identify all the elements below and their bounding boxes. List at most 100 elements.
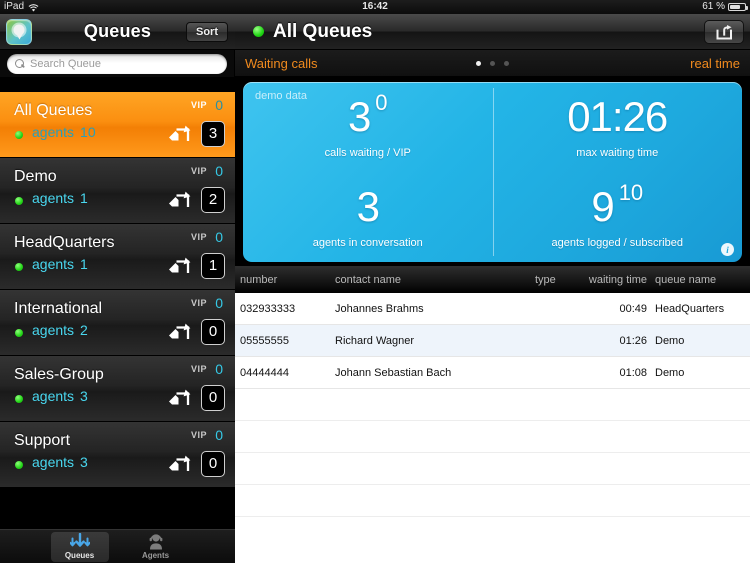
queue-online-dot-icon [15,197,23,205]
tab-queues[interactable]: Queues [50,531,109,562]
share-button[interactable] [704,20,744,44]
page-dots-indicator[interactable] [235,60,750,66]
agents-label: agents [32,454,75,470]
queue-name: Sales-Group [14,366,104,383]
vip-count: 0 [215,427,223,443]
transfer-arrow-icon[interactable] [167,386,191,410]
subbar-right-label[interactable]: real time [690,56,740,71]
queue-agents: agents 3 [32,388,88,404]
stat-value-row: 9 10 [591,181,643,230]
vip-count: 0 [215,97,223,113]
ios-status-bar: iPad 16:42 61 % [0,0,750,14]
queue-online-dot-icon [15,329,23,337]
vip-label: VIP [190,166,207,176]
queue-name: International [14,300,103,317]
stat-cell[interactable]: 3 agents in conversation [243,172,493,262]
cell-wait: 00:49 [619,302,647,315]
queue-agents: agents 10 [32,124,96,140]
transfer-arrow-icon[interactable] [167,452,191,476]
page-title: All Queues [273,20,373,42]
column-header-number: number [240,273,278,286]
demo-data-tag: demo data [255,90,307,102]
cell-contact: Johann Sebastian Bach [335,366,452,379]
queue-list-item[interactable]: Sales-Group agents 3 VIP 0 0 [0,356,235,422]
stat-cell[interactable]: i 9 10 agents logged / subscribed [493,172,743,262]
ipad-app-screen: iPad 16:42 61 % Queues Sort Search Queue… [0,0,750,563]
queue-status-dot-icon [253,26,264,37]
queue-list-item[interactable]: Demo agents 1 VIP 0 2 [0,158,235,224]
waiting-calls-subbar: Waiting calls real time [235,50,750,76]
tab-agents-label: Agents [141,551,170,560]
vip-count: 0 [215,163,223,179]
column-header-wait: waiting time [588,273,647,286]
stat-value: 9 [591,182,614,230]
waiting-calls-badge: 0 [201,385,225,411]
table-row[interactable]: 04444444 Johann Sebastian Bach 01:08 Demo [235,357,750,389]
column-header-type: type [535,273,556,286]
dashboard-wrapper: demo data 3 0 calls waiting / VIP 01:26 max w… [235,76,750,266]
vip-label: VIP [190,100,207,110]
transfer-arrow-icon[interactable] [167,254,191,278]
queue-list-item[interactable]: HeadQuarters agents 1 VIP 0 1 [0,224,235,290]
stat-cell[interactable]: demo data 3 0 calls waiting / VIP [243,82,493,172]
agent-headset-icon [149,534,162,550]
page-dot[interactable] [490,60,495,66]
tab-agents[interactable]: Agents [127,532,185,562]
cell-wait: 01:26 [619,334,647,347]
agents-count: 3 [80,388,88,404]
transfer-arrow-icon[interactable] [167,122,191,146]
waiting-calls-badge: 2 [201,187,225,213]
cell-number: 05555555 [240,334,289,347]
queues-arrows-icon [69,533,90,547]
search-bar: Search Queue [0,50,234,78]
cell-contact: Johannes Brahms [335,302,424,315]
table-row[interactable]: 05555555 Richard Wagner 01:26 Demo [235,325,750,357]
cell-contact: Richard Wagner [335,334,415,347]
queue-list-item[interactable]: All Queues agents 10 VIP 0 3 [0,92,235,158]
table-row[interactable]: 032933333 Johannes Brahms 00:49 HeadQuarter… [235,293,750,325]
waiting-calls-table: number contact name type waiting time qu… [235,266,750,563]
queues-sidebar: Queues Sort Search Queue All Queues agent… [0,14,235,563]
queue-name: Demo [14,168,57,185]
sort-button[interactable]: Sort [186,22,228,42]
agents-label: agents [32,190,75,206]
transfer-arrow-icon[interactable] [167,188,191,212]
stat-cell[interactable]: 01:26 max waiting time [493,82,743,172]
transfer-arrow-icon[interactable] [167,320,191,344]
stat-value: 3 [356,182,380,230]
info-icon[interactable]: i [721,243,734,256]
stat-secondary-value: 0 [375,89,388,115]
agents-label: agents [32,388,75,404]
column-header-contact: contact name [335,273,402,286]
bottom-tab-bar: Queues Agents [0,529,235,563]
cell-queue: Demo [655,334,685,347]
stat-secondary-value: 10 [618,179,644,205]
queue-online-dot-icon [15,461,23,469]
stat-label: calls waiting / VIP [324,146,411,159]
page-dot[interactable] [504,60,509,66]
queue-list[interactable]: All Queues agents 10 VIP 0 3 Demo agents 1 VIP 0 2 H… [0,92,235,529]
cell-number: 04444444 [240,366,289,379]
waiting-calls-badge: 1 [201,253,225,279]
main-navbar: All Queues [235,14,750,50]
vip-label: VIP [190,430,207,440]
table-body: 032933333 Johannes Brahms 00:49 HeadQuarter… [235,293,750,517]
queue-agents: agents 2 [32,322,88,338]
agents-label: agents [32,256,75,272]
stat-value: 3 [347,92,371,140]
search-field-wrapper[interactable]: Search Queue [7,53,227,74]
vip-label: VIP [190,232,207,242]
page-dot[interactable] [476,60,481,66]
battery-percent: 61 % [702,1,725,12]
stats-dashboard[interactable]: demo data 3 0 calls waiting / VIP 01:26 max w… [243,82,742,262]
queue-list-item[interactable]: Support agents 3 VIP 0 0 [0,422,235,488]
queue-list-item[interactable]: International agents 2 VIP 0 0 [0,290,235,356]
share-export-icon [716,24,732,39]
stat-label: agents logged / subscribed [551,236,683,249]
search-input[interactable]: Search Queue [30,58,101,70]
stat-value-row: 3 [356,182,380,230]
tab-queues-label: Queues [64,551,95,560]
queue-agents: agents 1 [32,190,88,206]
battery-icon [728,3,748,11]
agents-count: 2 [80,322,88,338]
